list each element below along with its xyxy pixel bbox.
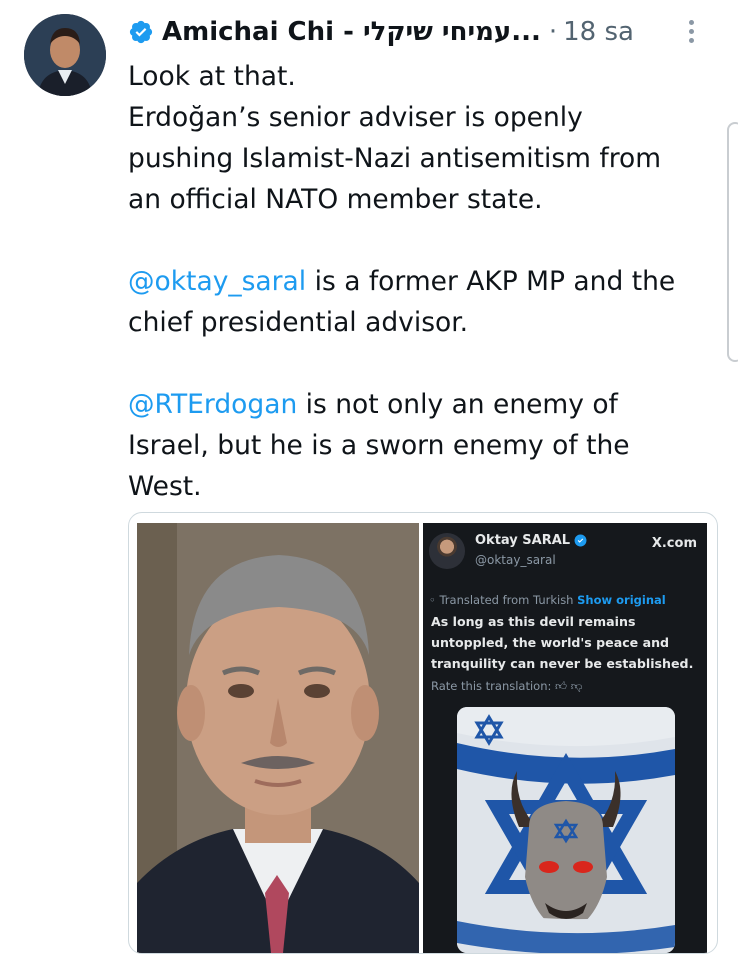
more-vertical-icon[interactable] — [684, 20, 698, 46]
tweet-line: pushing Islamist-Nazi antisemitism from — [128, 143, 662, 174]
embedded-line: As long as this devil remains — [431, 614, 636, 629]
tweet-line: Israel, but he is a sworn enemy of the — [128, 430, 630, 461]
tweet-body: Look at that. Erdoğan’s senior adviser i… — [128, 56, 718, 507]
embedded-line: tranquility can never be established. — [431, 656, 694, 671]
translate-icon: ◦ — [429, 593, 440, 607]
embedded-author-name: Oktay SARAL — [475, 533, 571, 548]
tweet-line: @oktay_saral is a former AKP MP and the — [128, 261, 718, 302]
translated-label: Translated from Turkish — [439, 593, 574, 607]
scrollbar[interactable] — [727, 122, 738, 362]
mention-link[interactable]: @RTErdogan — [128, 389, 297, 420]
tweet-line: @RTErdogan is not only an enemy of — [128, 384, 718, 425]
header-separator: · — [548, 17, 558, 47]
show-original-link: Show original — [577, 593, 666, 607]
tweet-line: Look at that. — [128, 61, 296, 92]
rate-label: Rate this translation: — [431, 679, 552, 693]
tweet-timestamp[interactable]: 18 sa — [563, 17, 634, 47]
embedded-tweet-text: As long as this devil remains untoppled,… — [431, 611, 703, 674]
thumbs-up-icon: 👍︎ — [555, 679, 568, 693]
embedded-tweet-screenshot[interactable]: Oktay SARAL @oktay_saral X.com ◦ Transla… — [423, 523, 707, 953]
tweet-line: West. — [128, 471, 202, 502]
media-card[interactable]: Oktay SARAL @oktay_saral X.com ◦ Transla… — [128, 512, 718, 954]
embedded-handle: @oktay_saral — [475, 553, 556, 567]
tweet-line: Erdoğan’s senior adviser is openly — [128, 102, 583, 133]
tweet-line: an official NATO member state. — [128, 184, 543, 215]
tweet-text-fragment: is not only an enemy of — [297, 389, 618, 420]
embedded-avatar — [429, 533, 465, 569]
devil-flag-illustration — [457, 707, 675, 953]
thumbs-down-icon: 👎︎ — [570, 679, 583, 693]
embedded-line: untoppled, the world's peace and — [431, 635, 670, 650]
mention-link[interactable]: @oktay_saral — [128, 266, 306, 297]
rate-translation: Rate this translation: 👍︎ 👎︎ — [431, 679, 582, 694]
verified-badge-icon — [129, 20, 153, 44]
translation-note: ◦ Translated from Turkish Show original — [429, 593, 666, 607]
verified-badge-icon — [574, 534, 587, 547]
x-brand-label: X.com — [651, 536, 697, 551]
author-name[interactable]: Amichai Chi - עמיחי שיקלי... — [162, 17, 541, 47]
embedded-author: Oktay SARAL — [475, 533, 587, 548]
tweet-header: Amichai Chi - עמיחי שיקלי... · 18 sa — [128, 12, 703, 52]
author-avatar[interactable] — [24, 14, 106, 96]
tweet-line: chief presidential advisor. — [128, 307, 469, 338]
tweet-text-fragment: is a former AKP MP and the — [306, 266, 676, 297]
portrait-photo[interactable] — [137, 523, 419, 953]
